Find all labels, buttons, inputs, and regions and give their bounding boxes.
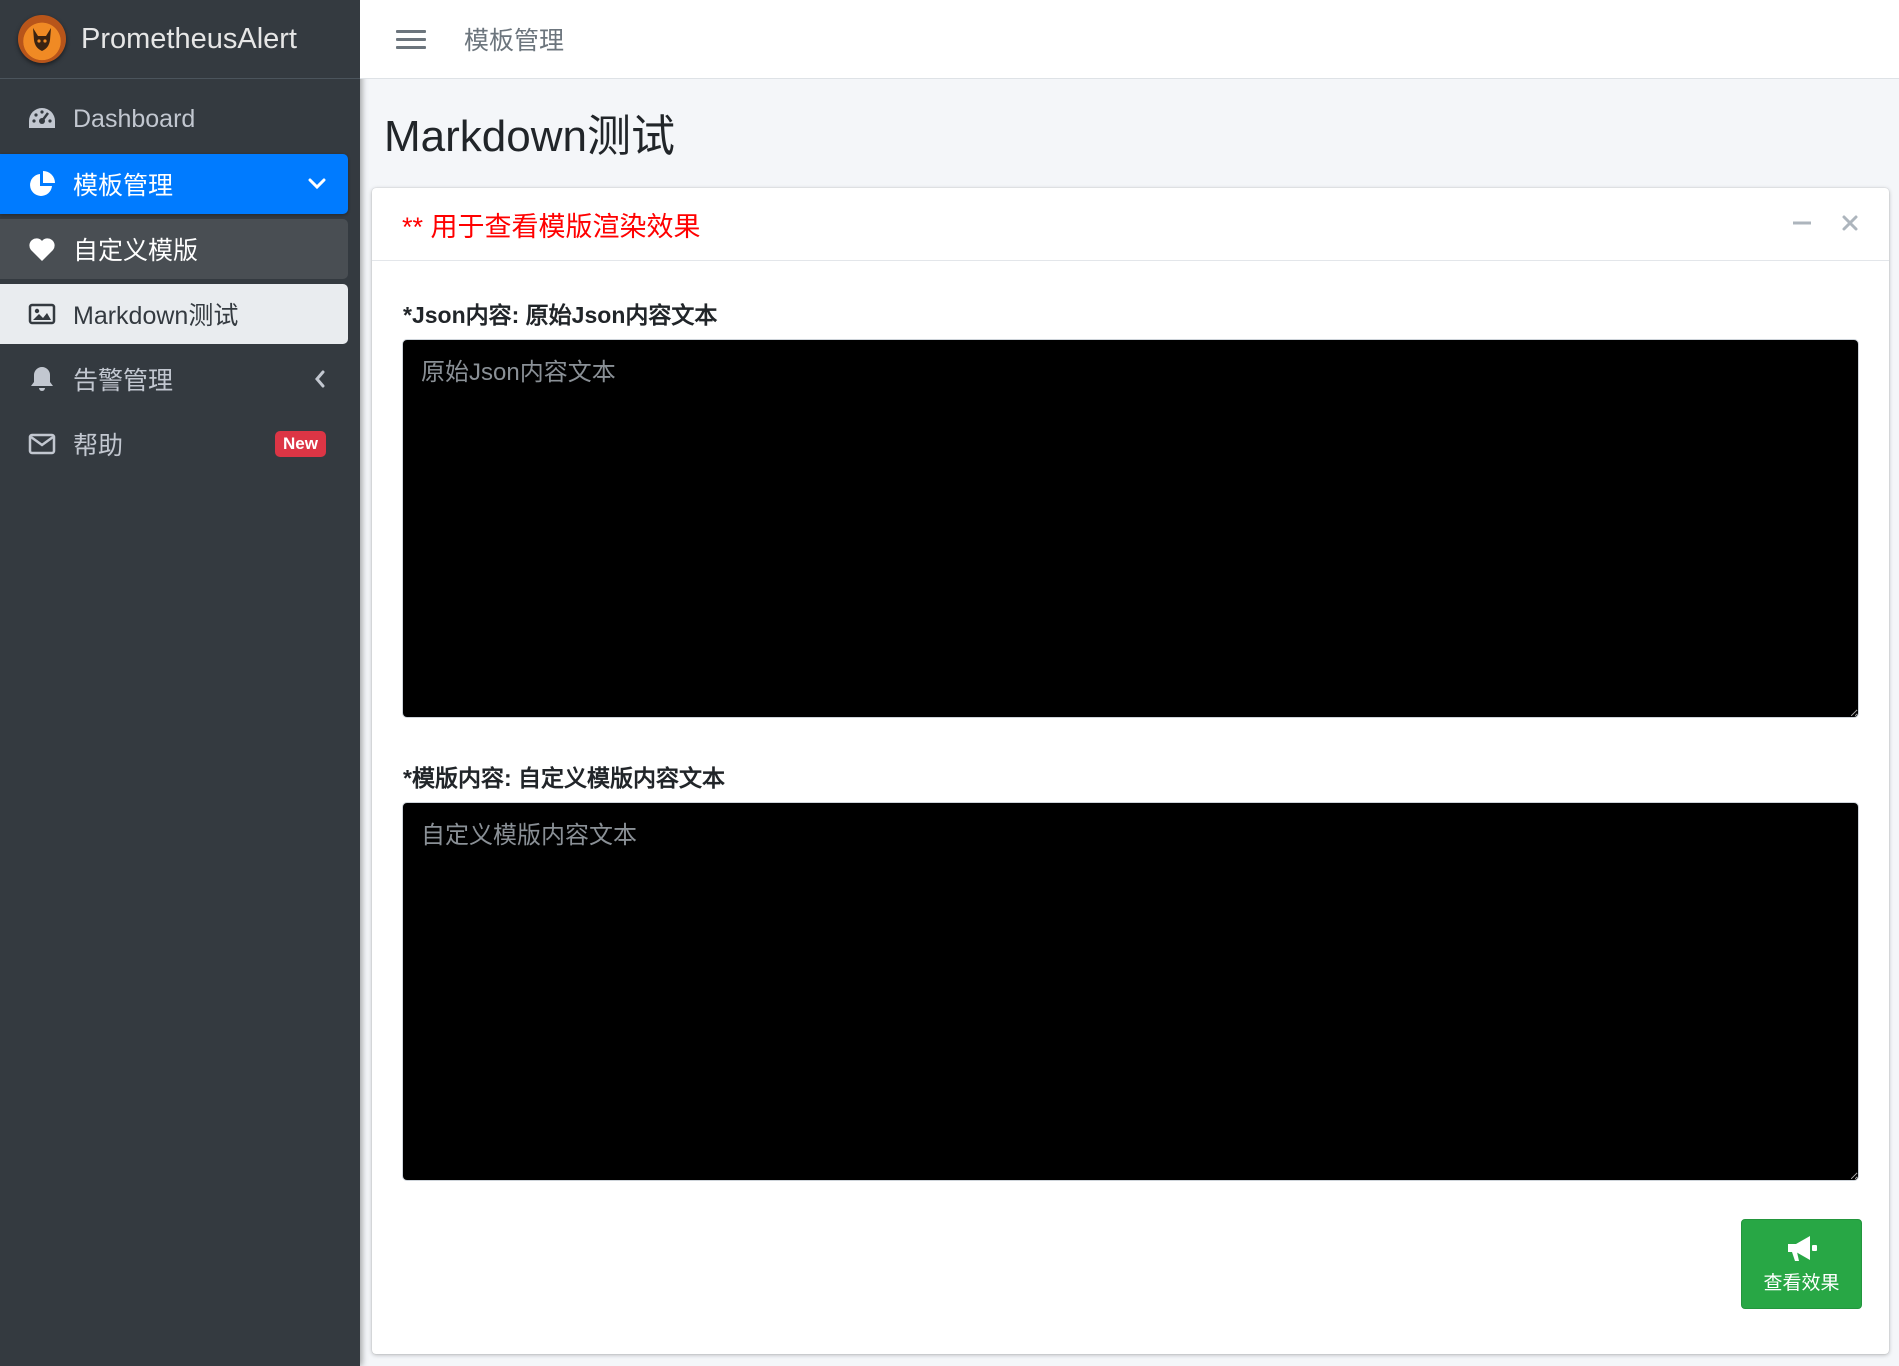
sidebar: PrometheusAlert Dashboard 模板管理 自定义模版 Mar… xyxy=(0,0,360,1366)
page-title: Markdown测试 xyxy=(384,112,675,161)
menu-toggle-icon[interactable] xyxy=(396,25,426,54)
chevron-left-icon xyxy=(314,370,326,388)
chevron-down-icon xyxy=(308,178,326,190)
template-content-label: *模版内容: 自定义模版内容文本 xyxy=(403,765,725,791)
sidebar-item-custom-template[interactable]: 自定义模版 xyxy=(0,219,348,279)
sidebar-item-label: Dashboard xyxy=(73,104,196,133)
bell-icon xyxy=(25,364,59,394)
heart-icon xyxy=(25,234,59,264)
json-content-textarea[interactable] xyxy=(402,339,1859,718)
sidebar-item-markdown-test[interactable]: Markdown测试 xyxy=(0,284,348,344)
close-icon[interactable] xyxy=(1839,212,1861,234)
sidebar-item-dashboard[interactable]: Dashboard xyxy=(0,89,348,149)
fox-logo-icon xyxy=(33,28,51,51)
sidebar-item-alert-management[interactable]: 告警管理 xyxy=(0,349,348,409)
template-content-textarea[interactable] xyxy=(402,802,1859,1181)
sidebar-item-label: 帮助 xyxy=(73,432,124,460)
json-content-label: *Json内容: 原始Json内容文本 xyxy=(403,302,718,328)
brand-link[interactable]: PrometheusAlert xyxy=(0,0,360,79)
card-tools xyxy=(1791,212,1861,234)
view-result-label: 查看效果 xyxy=(1763,1272,1840,1294)
sidebar-item-template-management[interactable]: 模板管理 xyxy=(0,154,348,214)
pie-chart-icon xyxy=(25,169,59,199)
badge-wrapper: New xyxy=(275,431,326,457)
minimize-icon[interactable] xyxy=(1791,212,1813,234)
sidebar-item-label: Markdown测试 xyxy=(73,302,239,330)
envelope-icon xyxy=(25,429,59,459)
view-result-button[interactable]: 查看效果 xyxy=(1741,1219,1862,1309)
card-title: ** 用于查看模版渲染效果 xyxy=(402,211,701,242)
sidebar-item-help[interactable]: 帮助 New xyxy=(0,414,348,474)
top-navbar: 模板管理 xyxy=(360,0,1899,79)
topbar-link-template-management[interactable]: 模板管理 xyxy=(464,21,564,57)
tachometer-icon xyxy=(25,104,59,134)
image-icon xyxy=(25,299,59,329)
sidebar-item-label: 告警管理 xyxy=(73,367,174,395)
sidebar-item-label: 模板管理 xyxy=(73,172,174,200)
card-header: ** 用于查看模版渲染效果 xyxy=(372,188,1889,261)
brand-name: PrometheusAlert xyxy=(81,22,297,55)
brand-logo xyxy=(18,15,66,63)
markdown-test-card: ** 用于查看模版渲染效果 *Json内容: 原始Json内容文本 *模版内容:… xyxy=(372,188,1889,1354)
new-badge: New xyxy=(275,431,326,457)
bullhorn-icon xyxy=(1787,1235,1817,1261)
sidebar-nav: Dashboard 模板管理 自定义模版 Markdown测试 告警管理 帮助 … xyxy=(0,79,360,474)
sidebar-item-label: 自定义模版 xyxy=(73,237,199,265)
